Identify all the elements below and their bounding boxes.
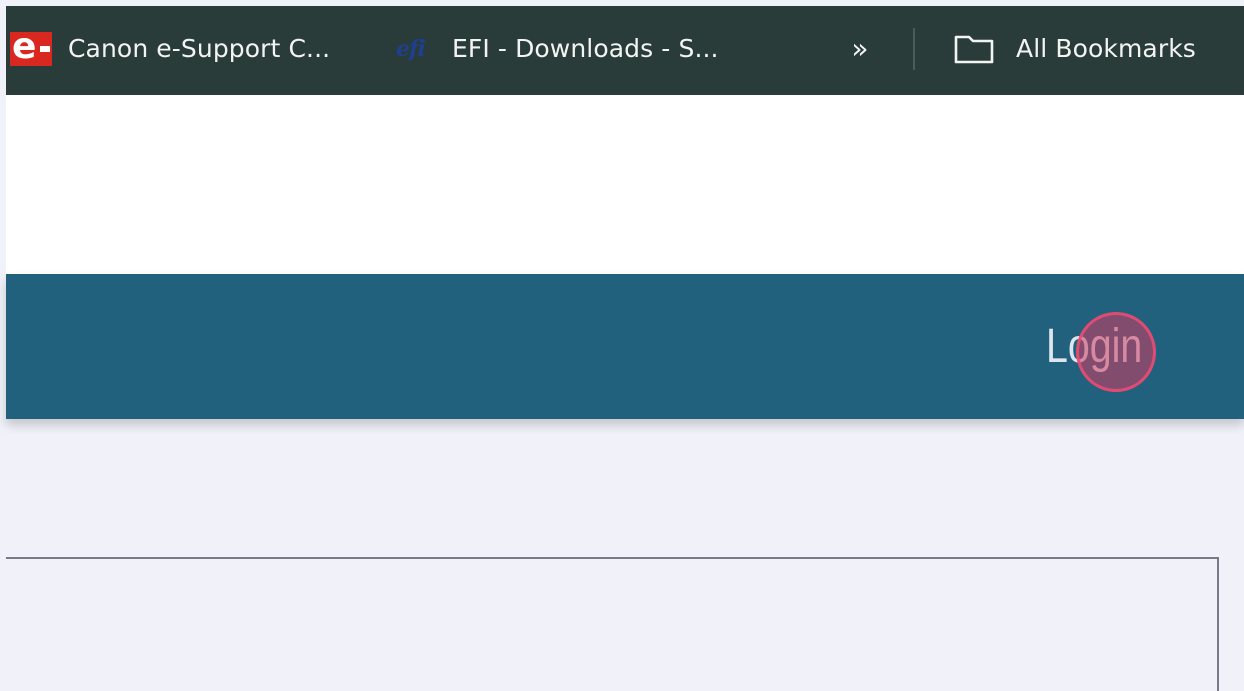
login-link[interactable]: Login — [1046, 318, 1142, 376]
bookmark-canon-esupport[interactable]: e Canon e-Support C... — [10, 26, 331, 68]
content-panel — [6, 557, 1219, 691]
canon-e-favicon-icon: e — [10, 26, 52, 67]
bookmark-label: Canon e-Support C... — [68, 34, 331, 63]
efi-favicon-icon: efi — [396, 32, 436, 66]
all-bookmarks-button[interactable]: All Bookmarks — [954, 30, 1196, 68]
bookmark-efi-downloads[interactable]: efi EFI - Downloads - S... — [396, 30, 719, 68]
page-top-area — [6, 95, 1244, 274]
folder-icon — [954, 34, 994, 64]
bookmarks-bar: e Canon e-Support C... efi EFI - Downloa… — [6, 6, 1244, 95]
bookmarks-overflow-chevron-icon[interactable]: » — [842, 30, 878, 68]
canon-favicon-dash — [40, 46, 50, 52]
all-bookmarks-label: All Bookmarks — [1016, 34, 1196, 63]
bookmarks-divider — [913, 28, 915, 70]
site-header: Login — [6, 274, 1244, 419]
bookmark-label: EFI - Downloads - S... — [452, 34, 719, 63]
canon-favicon-letter: e — [12, 26, 37, 67]
efi-favicon-text: efi — [396, 36, 426, 62]
